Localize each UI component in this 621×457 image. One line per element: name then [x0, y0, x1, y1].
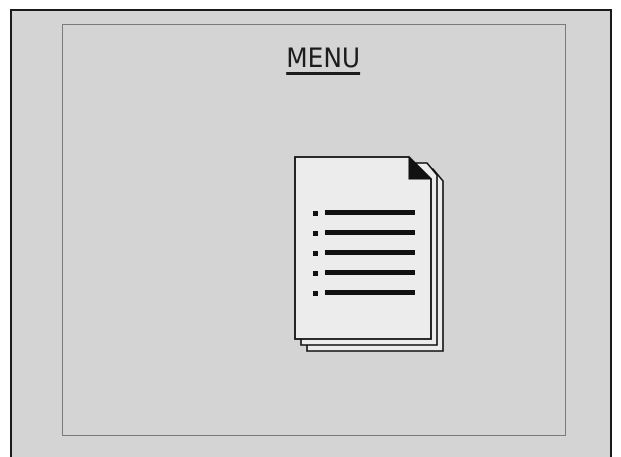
document-stack-icon[interactable]	[285, 147, 455, 367]
menu-title: MENU	[286, 43, 360, 74]
device-screen: MENU	[10, 9, 612, 457]
menu-panel: MENU	[62, 24, 566, 436]
menu-title-container: MENU	[63, 45, 565, 72]
document-front-page	[294, 156, 432, 340]
